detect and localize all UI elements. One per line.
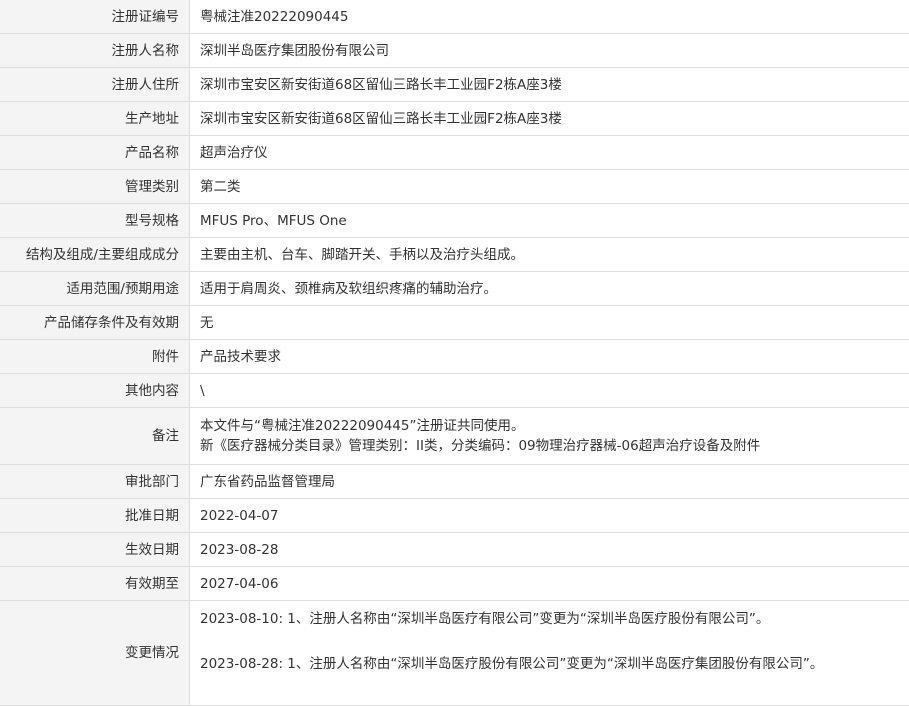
field-label: 注册证编号: [0, 0, 190, 34]
row-change-history: 变更情况 2023-08-10: 1、注册人名称由“深圳半岛医疗有限公司”变更为…: [0, 601, 909, 706]
row-approval-date: 批准日期 2022-04-07: [0, 499, 909, 533]
field-label: 管理类别: [0, 170, 190, 204]
row-production-address: 生产地址 深圳市宝安区新安街道68区留仙三路长丰工业园F2栋A座3楼: [0, 102, 909, 136]
row-registration-number: 注册证编号 粤械注准20222090445: [0, 0, 909, 34]
field-value: 2022-04-07: [190, 499, 909, 533]
row-registrant-address: 注册人住所 深圳市宝安区新安街道68区留仙三路长丰工业园F2栋A座3楼: [0, 68, 909, 102]
field-label: 注册人住所: [0, 68, 190, 102]
field-value: 广东省药品监督管理局: [190, 465, 909, 499]
field-label: 备注: [0, 408, 190, 465]
change-entry: 2023-08-10: 1、注册人名称由“深圳半岛医疗有限公司”变更为“深圳半岛…: [200, 608, 903, 630]
field-label: 结构及组成/主要组成成分: [0, 238, 190, 272]
field-value: 适用于肩周炎、颈椎病及软组织疼痛的辅助治疗。: [190, 272, 909, 306]
field-value: MFUS Pro、MFUS One: [190, 204, 909, 238]
field-label: 附件: [0, 340, 190, 374]
field-value: 深圳市宝安区新安街道68区留仙三路长丰工业园F2栋A座3楼: [190, 102, 909, 136]
field-value: 主要由主机、台车、脚踏开关、手柄以及治疗头组成。: [190, 238, 909, 272]
field-label: 适用范围/预期用途: [0, 272, 190, 306]
row-approval-department: 审批部门 广东省药品监督管理局: [0, 465, 909, 499]
field-value: 无: [190, 306, 909, 340]
row-registrant-name: 注册人名称 深圳半岛医疗集团股份有限公司: [0, 34, 909, 68]
row-effective-date: 生效日期 2023-08-28: [0, 533, 909, 567]
field-value: 粤械注准20222090445: [190, 0, 909, 34]
field-value: 深圳市宝安区新安街道68区留仙三路长丰工业园F2栋A座3楼: [190, 68, 909, 102]
field-label: 注册人名称: [0, 34, 190, 68]
row-model-spec: 型号规格 MFUS Pro、MFUS One: [0, 204, 909, 238]
row-management-category: 管理类别 第二类: [0, 170, 909, 204]
field-label: 产品储存条件及有效期: [0, 306, 190, 340]
field-value: 超声治疗仪: [190, 136, 909, 170]
field-value: 第二类: [190, 170, 909, 204]
row-intended-use: 适用范围/预期用途 适用于肩周炎、颈椎病及软组织疼痛的辅助治疗。: [0, 272, 909, 306]
change-entry: 2023-08-28: 1、注册人名称由“深圳半岛医疗股份有限公司”变更为“深圳…: [200, 653, 903, 675]
field-label: 其他内容: [0, 374, 190, 408]
field-value: \: [190, 374, 909, 408]
field-label: 审批部门: [0, 465, 190, 499]
row-attachment: 附件 产品技术要求: [0, 340, 909, 374]
field-label: 变更情况: [0, 601, 190, 706]
remarks-line: 本文件与“粤械注准20222090445”注册证共同使用。: [200, 416, 903, 436]
remarks-line: 新《医疗器械分类目录》管理类别：II类，分类编码：09物理治疗器械-06超声治疗…: [200, 436, 903, 456]
field-value: 深圳半岛医疗集团股份有限公司: [190, 34, 909, 68]
field-value: 2027-04-06: [190, 567, 909, 601]
row-other-content: 其他内容 \: [0, 374, 909, 408]
row-product-name: 产品名称 超声治疗仪: [0, 136, 909, 170]
field-value: 产品技术要求: [190, 340, 909, 374]
field-label: 生产地址: [0, 102, 190, 136]
change-history-value: 2023-08-10: 1、注册人名称由“深圳半岛医疗有限公司”变更为“深圳半岛…: [190, 601, 909, 706]
registration-table: 注册证编号 粤械注准20222090445 注册人名称 深圳半岛医疗集团股份有限…: [0, 0, 909, 706]
field-label: 型号规格: [0, 204, 190, 238]
row-remarks: 备注 本文件与“粤械注准20222090445”注册证共同使用。 新《医疗器械分…: [0, 408, 909, 465]
row-valid-until: 有效期至 2027-04-06: [0, 567, 909, 601]
field-label: 有效期至: [0, 567, 190, 601]
row-storage-validity: 产品储存条件及有效期 无: [0, 306, 909, 340]
field-value: 2023-08-28: [190, 533, 909, 567]
field-label: 批准日期: [0, 499, 190, 533]
field-label: 生效日期: [0, 533, 190, 567]
row-structure-composition: 结构及组成/主要组成成分 主要由主机、台车、脚踏开关、手柄以及治疗头组成。: [0, 238, 909, 272]
remarks-value: 本文件与“粤械注准20222090445”注册证共同使用。 新《医疗器械分类目录…: [190, 408, 909, 465]
field-label: 产品名称: [0, 136, 190, 170]
